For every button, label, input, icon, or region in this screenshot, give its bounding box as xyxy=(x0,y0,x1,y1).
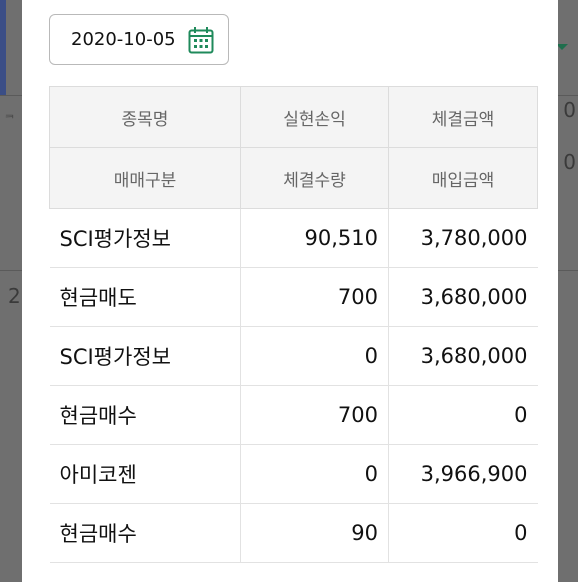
cell-amount: 0 xyxy=(388,503,538,563)
cell-name: 아미코젠 xyxy=(49,444,241,504)
background-text-fragment: ᆿ xyxy=(4,106,16,120)
background-text-fragment: 0 xyxy=(563,150,576,174)
cell-value: 0 xyxy=(240,326,389,386)
cell-name: SCI평가정보 xyxy=(49,326,241,386)
date-value: 2020-10-05 xyxy=(71,29,176,50)
table-row[interactable]: 아미코젠 0 3,966,900 xyxy=(49,444,538,504)
table-row[interactable]: 현금매수 90 0 xyxy=(49,503,538,563)
table-row[interactable]: 현금매도 700 3,680,000 xyxy=(49,267,538,327)
cell-name: SCI평가정보 xyxy=(49,208,241,268)
cell-value: 90,510 xyxy=(240,208,389,268)
cell-amount: 3,780,000 xyxy=(388,208,538,268)
cell-name: 현금매수 xyxy=(49,385,241,445)
table-row[interactable]: SCI평가정보 0 3,680,000 xyxy=(49,326,538,386)
cell-value: 0 xyxy=(240,444,389,504)
background-blue-bar xyxy=(0,0,6,95)
cell-amount: 0 xyxy=(388,385,538,445)
background-text-fragment: 0 xyxy=(563,98,576,122)
cell-name: 현금매수 xyxy=(49,503,241,563)
calendar-icon[interactable] xyxy=(188,26,214,54)
header-purchase-amount: 매입금액 xyxy=(388,147,538,209)
header-row: 종목명 실현손익 체결금액 xyxy=(49,86,538,148)
header-realized-pnl: 실현손익 xyxy=(240,86,389,148)
header-stock-name: 종목명 xyxy=(49,86,241,148)
header-trade-type: 매매구분 xyxy=(49,147,241,209)
cell-name: 현금매도 xyxy=(49,267,241,327)
header-executed-amount: 체결금액 xyxy=(388,86,538,148)
background-text-fragment: 2 xyxy=(8,284,21,308)
cell-value: 700 xyxy=(240,385,389,445)
cell-amount: 3,680,000 xyxy=(388,326,538,386)
cell-amount: 3,680,000 xyxy=(388,267,538,327)
trade-table: 종목명 실현손익 체결금액 매매구분 체결수량 매입금액 SCI평가정보 90,… xyxy=(49,86,538,563)
table-row[interactable]: 현금매수 700 0 xyxy=(49,385,538,445)
table-row[interactable]: SCI평가정보 90,510 3,780,000 xyxy=(49,208,538,268)
cell-value: 700 xyxy=(240,267,389,327)
header-executed-qty: 체결수량 xyxy=(240,147,389,209)
header-row: 매매구분 체결수량 매입금액 xyxy=(49,147,538,209)
trade-history-modal: 2020-10-05 종목명 실현손익 체결금액 매매구분 체결수량 매입금액 … xyxy=(22,0,558,582)
cell-value: 90 xyxy=(240,503,389,563)
cell-amount: 3,966,900 xyxy=(388,444,538,504)
date-picker[interactable]: 2020-10-05 xyxy=(49,14,229,65)
